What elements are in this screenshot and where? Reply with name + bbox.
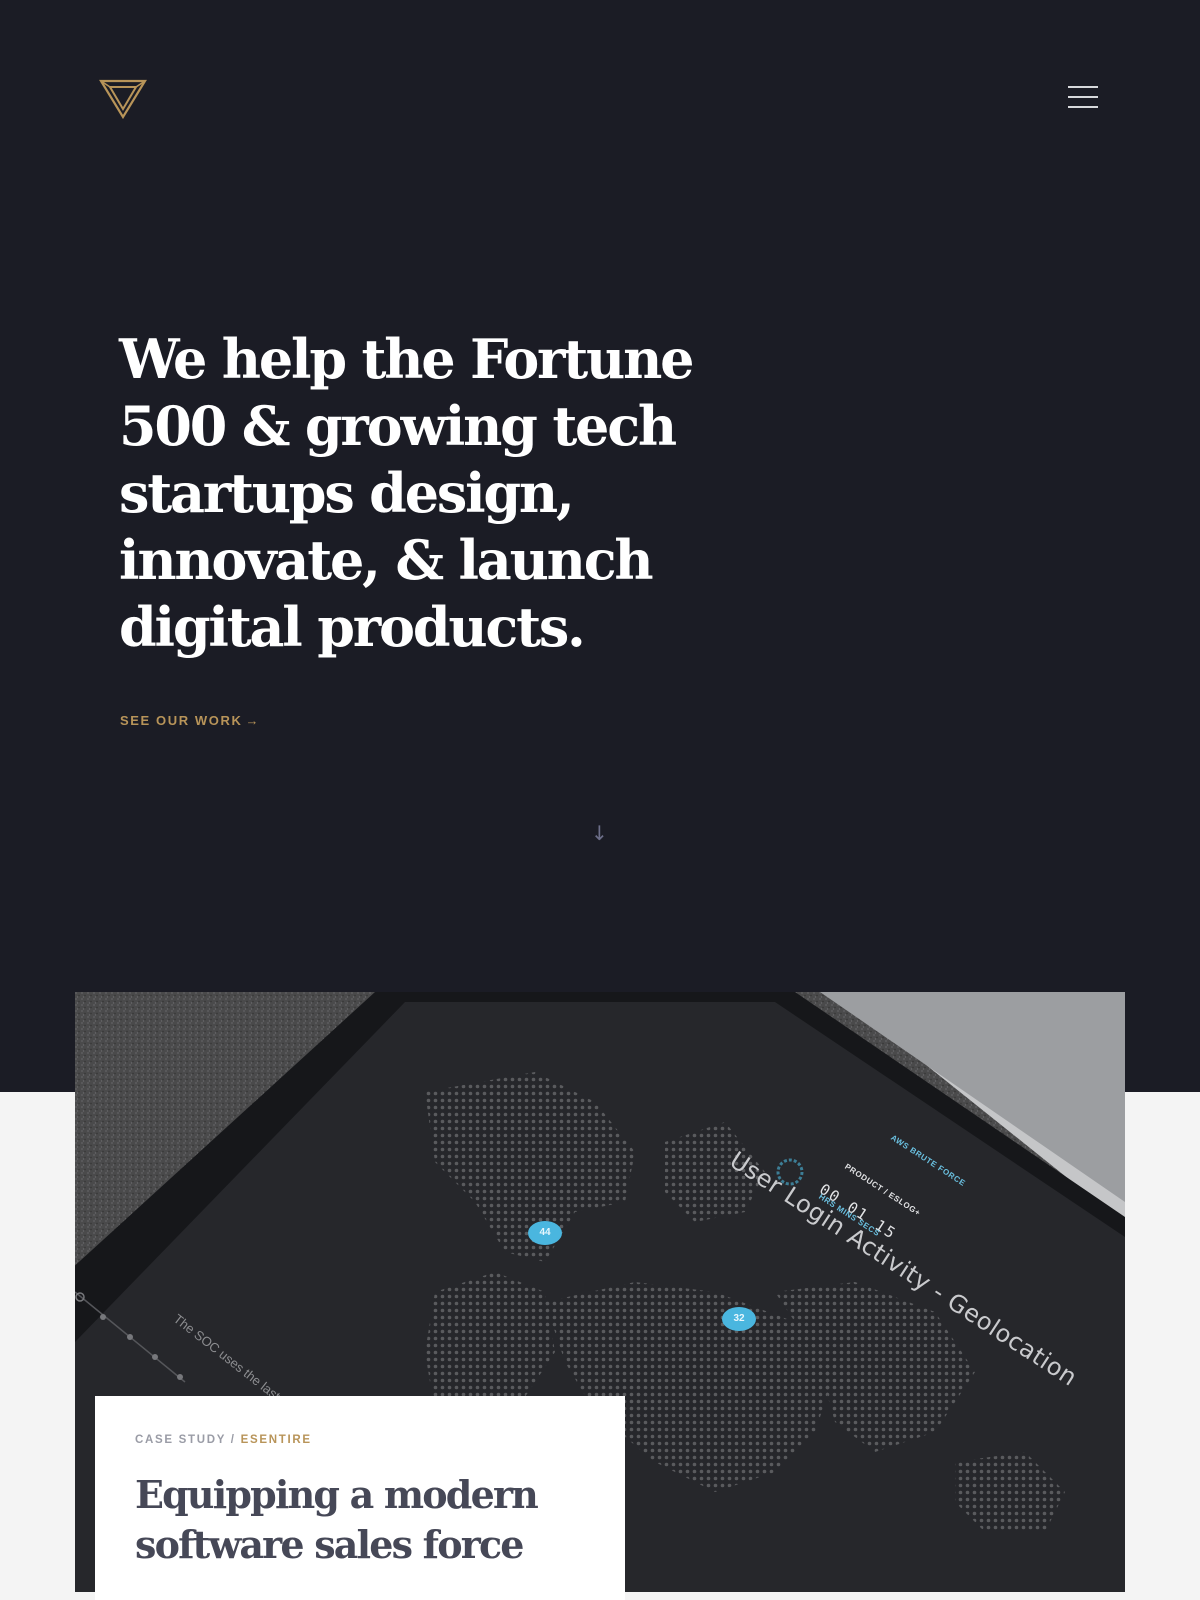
case-study-card[interactable]: CASE STUDY / ESENTIRE Equipping a modern… (95, 1396, 625, 1600)
hero-headline: We help the Fortune 500 & growing tech s… (119, 327, 695, 659)
triangle-logo-icon[interactable] (99, 79, 147, 119)
hamburger-menu-icon[interactable] (1066, 82, 1102, 112)
case-study-client: ESENTIRE (240, 1434, 312, 1446)
see-our-work-label: SEE OUR WORK (120, 713, 243, 728)
arrow-right-icon: → (245, 713, 259, 728)
map-marker: 44 (528, 1221, 562, 1245)
see-our-work-link[interactable]: SEE OUR WORK → (120, 713, 258, 728)
case-study-prefix: CASE STUDY / (135, 1434, 236, 1446)
map-marker: 32 (722, 1307, 756, 1331)
case-study-title[interactable]: Equipping a modern software sales force (135, 1470, 605, 1570)
case-study-label: CASE STUDY / ESENTIRE (135, 1434, 312, 1446)
hero-section: We help the Fortune 500 & growing tech s… (0, 0, 1200, 1092)
arrow-down-icon[interactable]: ↓ (591, 818, 608, 848)
